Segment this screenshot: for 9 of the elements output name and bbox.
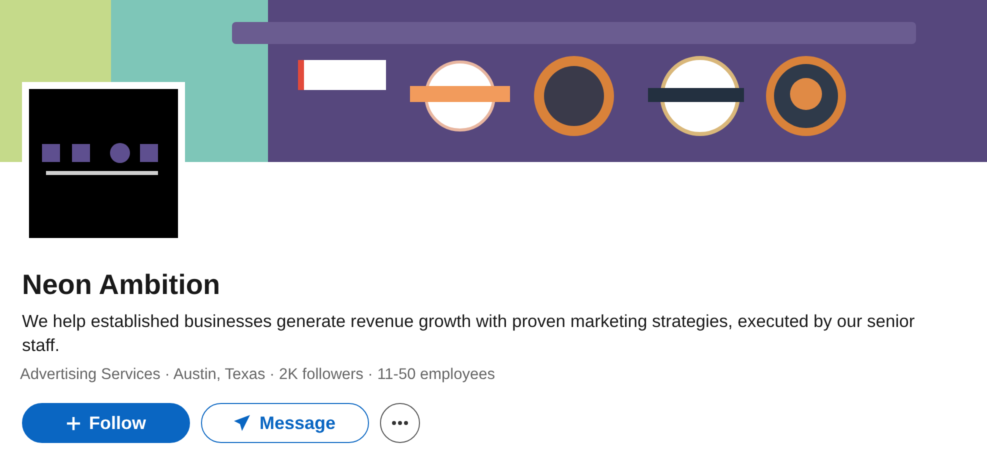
plus-icon: [66, 416, 81, 430]
company-tagline: We help established businesses generate revenue growth with proven marketing strategies, executed by our senior staff.: [22, 310, 916, 357]
more-button[interactable]: [380, 403, 420, 443]
company-details: Advertising Services · Austin, Texas · 2K followers · 11-50 employees: [20, 365, 496, 385]
follow-button[interactable]: Follow: [22, 403, 190, 443]
company-name: Neon Ambition: [22, 268, 222, 302]
send-icon: [234, 415, 252, 431]
more-icon: [392, 421, 408, 425]
message-button[interactable]: Message: [201, 403, 369, 443]
